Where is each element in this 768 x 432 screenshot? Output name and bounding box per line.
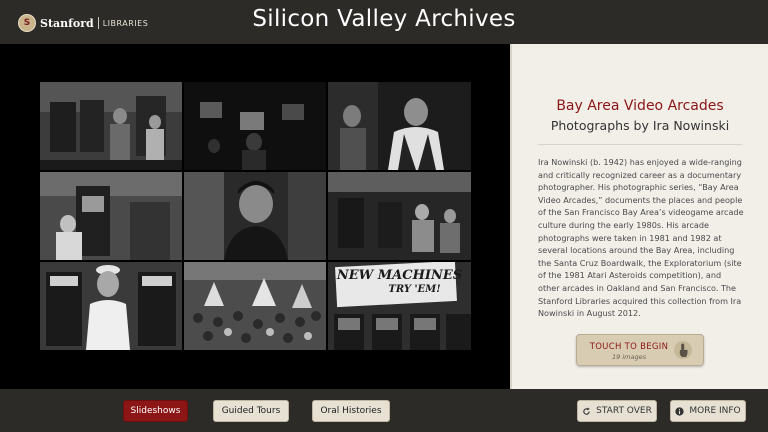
image-count: 19 images — [612, 353, 646, 361]
sign-text-line-1: NEW MACHINES — [336, 268, 463, 283]
arcade-photo-9: NEW MACHINES TRY 'EM! — [328, 262, 471, 350]
guided-tours-label: Guided Tours — [221, 406, 281, 416]
more-info-button[interactable]: MORE INFO — [670, 400, 746, 422]
arcade-photo-3 — [328, 82, 471, 170]
start-over-button[interactable]: START OVER — [577, 400, 657, 422]
arcade-photo-7 — [40, 262, 182, 350]
collection-description: Ira Nowinski (b. 1942) has enjoyed a wid… — [538, 157, 744, 319]
oral-histories-label: Oral Histories — [320, 406, 382, 416]
oral-histories-button[interactable]: Oral Histories — [312, 400, 390, 422]
arcade-photo-2 — [184, 82, 326, 170]
touch-hand-icon — [673, 340, 693, 360]
begin-label: TOUCH TO BEGIN — [589, 342, 669, 352]
photo-collage: NEW MACHINES TRY 'EM! — [40, 82, 473, 350]
arcade-photo-4 — [40, 172, 182, 260]
photo-stage: NEW MACHINES TRY 'EM! — [0, 44, 510, 389]
touch-to-begin-button[interactable]: TOUCH TO BEGIN 19 images — [576, 334, 704, 366]
start-over-label: START OVER — [596, 406, 652, 416]
slideshows-label: Slideshows — [130, 406, 181, 416]
info-icon — [675, 406, 684, 416]
guided-tours-button[interactable]: Guided Tours — [213, 400, 289, 422]
page-title: Silicon Valley Archives — [252, 6, 516, 32]
divider — [538, 144, 742, 145]
footer-bar: Slideshows Guided Tours Oral Histories S… — [0, 389, 768, 432]
header-bar: S Stanford LIBRARIES Silicon Valley Arch… — [0, 0, 768, 44]
slideshows-button[interactable]: Slideshows — [123, 400, 188, 422]
collection-title: Bay Area Video Arcades — [556, 98, 724, 114]
more-info-label: MORE INFO — [689, 406, 741, 416]
arcade-photo-1 — [40, 82, 182, 170]
arcade-photo-5 — [184, 172, 326, 260]
collection-subtitle: Photographs by Ira Nowinski — [550, 118, 730, 133]
arcade-photo-8 — [184, 262, 326, 350]
refresh-icon — [582, 407, 591, 416]
sign-text-line-2: TRY 'EM! — [388, 284, 441, 295]
info-panel: Bay Area Video Arcades Photographs by Ir… — [510, 44, 768, 389]
arcade-photo-6 — [328, 172, 471, 260]
